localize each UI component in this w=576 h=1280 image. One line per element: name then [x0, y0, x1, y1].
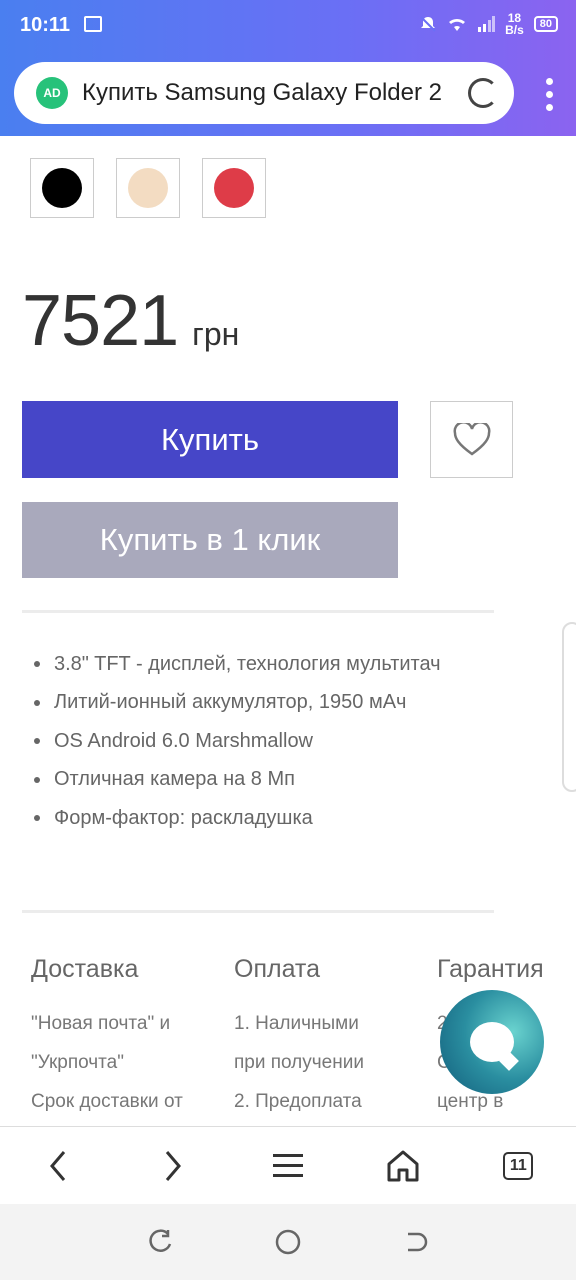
- feature-list: 3.8" TFT - дисплей, технология мультитач…: [30, 645, 441, 838]
- browser-bottom-bar: 11: [0, 1126, 576, 1204]
- tab-count: 11: [503, 1151, 534, 1180]
- menu-kebab-icon[interactable]: [546, 78, 554, 111]
- divider: [22, 610, 494, 613]
- browser-toolbar: AD Купить Samsung Galaxy Folder 2: [0, 52, 576, 136]
- system-navigation-bar: [0, 1204, 576, 1280]
- chevron-right-icon: [165, 1150, 181, 1181]
- tabs-button[interactable]: 11: [488, 1136, 548, 1196]
- delivery-line: Срок доставки от: [31, 1091, 183, 1112]
- wifi-icon: [449, 18, 466, 31]
- back-button[interactable]: [28, 1136, 88, 1196]
- payment-section: Оплата 1. Наличными при получении 2. Пре…: [234, 955, 424, 1121]
- delivery-section: Доставка "Новая почта" и "Укрпочта" Срок…: [31, 955, 221, 1121]
- net-speed: 18 B/s: [505, 12, 524, 36]
- status-bar: 10:11 18 B/s 80: [0, 0, 576, 52]
- status-time: 10:11: [20, 14, 71, 36]
- forward-button[interactable]: [143, 1136, 203, 1196]
- status-indicators: 18 B/s 80: [419, 12, 558, 36]
- net-speed-unit: B/s: [505, 23, 524, 37]
- hamburger-icon: [272, 1153, 303, 1177]
- home-button[interactable]: [373, 1136, 433, 1196]
- battery-indicator: 80: [533, 16, 558, 32]
- page-title[interactable]: Купить Samsung Galaxy Folder 2: [82, 79, 452, 107]
- payment-title: Оплата: [234, 955, 320, 983]
- delivery-line: "Новая почта" и: [31, 1013, 171, 1034]
- back-system-icon[interactable]: [402, 1228, 430, 1256]
- heart-icon: [453, 422, 490, 456]
- feature-item: Форм-фактор: раскладушка: [30, 799, 441, 838]
- adblock-icon[interactable]: AD: [36, 77, 68, 109]
- payment-line: 1. Наличными: [234, 1013, 359, 1034]
- favorite-button[interactable]: [430, 401, 513, 478]
- buy-button[interactable]: Купить: [22, 401, 398, 478]
- reload-icon[interactable]: [468, 78, 498, 108]
- side-drawer-handle[interactable]: [562, 622, 576, 792]
- chat-button[interactable]: [440, 990, 544, 1094]
- feature-item: 3.8" TFT - дисплей, технология мультитач: [30, 645, 441, 684]
- feature-item: Отличная камера на 8 Мп: [30, 761, 441, 800]
- recents-icon[interactable]: [146, 1228, 174, 1256]
- feature-item: Литий-ионный аккумулятор, 1950 мАч: [30, 684, 441, 723]
- color-swatch-beige[interactable]: [116, 158, 180, 218]
- color-swatch-red[interactable]: [202, 158, 266, 218]
- address-bar[interactable]: AD Купить Samsung Galaxy Folder 2: [14, 62, 514, 124]
- gallery-notification-icon: [84, 16, 102, 32]
- delivery-line: "Укрпочта": [31, 1052, 124, 1073]
- mute-bell-icon: [420, 16, 436, 32]
- signal-icon: [478, 16, 496, 32]
- product-price: 7521 грн: [22, 280, 239, 362]
- color-swatch-black[interactable]: [30, 158, 94, 218]
- home-icon: [387, 1150, 419, 1181]
- feature-item: OS Android 6.0 Marshmallow: [30, 722, 441, 761]
- chevron-left-icon: [49, 1150, 65, 1181]
- payment-line: при получении: [234, 1052, 364, 1073]
- menu-button[interactable]: [258, 1136, 318, 1196]
- delivery-title: Доставка: [31, 955, 139, 983]
- warranty-title: Гарантия: [437, 955, 544, 983]
- color-selector: [30, 158, 266, 218]
- divider: [22, 910, 494, 913]
- one-click-buy-button[interactable]: Купить в 1 клик: [22, 502, 398, 578]
- home-circle-icon[interactable]: [274, 1228, 302, 1256]
- payment-line: 2. Предоплата: [234, 1091, 362, 1112]
- price-currency: грн: [192, 316, 240, 352]
- price-value: 7521: [22, 281, 179, 361]
- chat-bubble-icon: [470, 1022, 514, 1062]
